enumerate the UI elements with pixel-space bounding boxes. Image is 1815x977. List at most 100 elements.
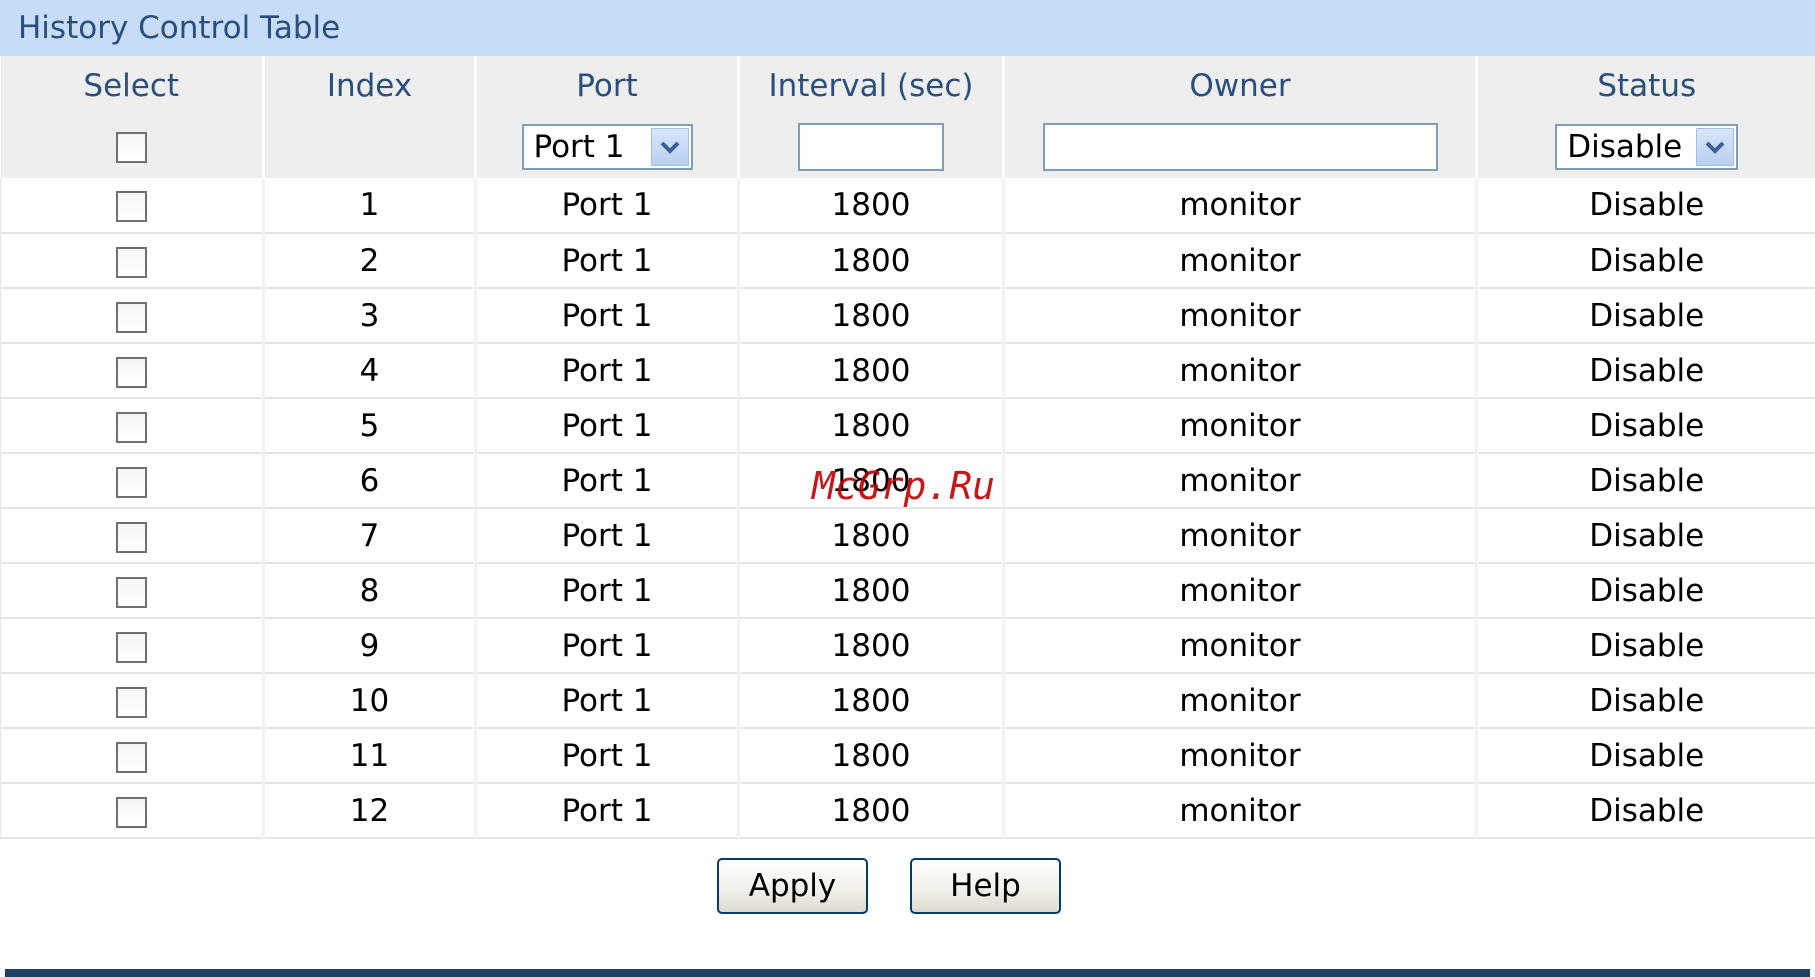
- row-index-cell: 11: [263, 728, 477, 784]
- row-select-checkbox[interactable]: [116, 301, 147, 333]
- panel-title: History Control Table: [0, 0, 1815, 56]
- row-select-checkbox[interactable]: [116, 246, 147, 278]
- row-port-cell: Port 1: [475, 343, 740, 399]
- row-interval-cell: 1800: [738, 233, 1005, 289]
- row-select-cell: [0, 233, 265, 289]
- row-select-cell: [0, 178, 265, 234]
- row-select-cell: [0, 783, 265, 839]
- button-bar: Apply Help: [0, 858, 1815, 914]
- row-select-checkbox[interactable]: [116, 576, 147, 608]
- row-interval-cell: 1800: [738, 398, 1005, 454]
- row-interval-cell: 1800: [738, 343, 1005, 399]
- row-port-cell: Port 1: [475, 618, 740, 674]
- row-interval-cell: 1800: [738, 178, 1005, 234]
- column-header-port: Port: [475, 56, 740, 116]
- row-select-checkbox[interactable]: [116, 521, 147, 553]
- row-interval-cell: 1800: [738, 673, 1005, 729]
- row-port-cell: Port 1: [475, 783, 740, 839]
- row-select-checkbox[interactable]: [116, 741, 147, 773]
- column-header-interval: Interval (sec): [738, 56, 1005, 116]
- status-select[interactable]: Disable: [1555, 124, 1739, 170]
- row-owner-cell: monitor: [1003, 343, 1478, 399]
- edit-port-cell: Port 1: [475, 116, 740, 178]
- row-owner-cell: monitor: [1003, 783, 1478, 839]
- port-select-value: Port 1: [533, 129, 625, 165]
- row-status-cell: Disable: [1476, 728, 1815, 784]
- row-owner-cell: monitor: [1003, 728, 1478, 784]
- row-status-cell: Disable: [1476, 343, 1815, 399]
- table-row: 11 Port 1 1800 monitor Disable: [0, 728, 1815, 784]
- row-interval-cell: 1800: [738, 508, 1005, 564]
- row-port-cell: Port 1: [475, 508, 740, 564]
- row-select-cell: [0, 673, 265, 729]
- history-control-table: Select Index Port Interval (sec) Owner S…: [0, 56, 1815, 839]
- apply-button[interactable]: Apply: [717, 858, 868, 914]
- column-header-status: Status: [1476, 56, 1815, 116]
- row-status-cell: Disable: [1476, 288, 1815, 344]
- panel-title-text: History Control Table: [18, 10, 341, 46]
- row-index-cell: 3: [263, 288, 477, 344]
- edit-select-cell: [0, 116, 265, 178]
- row-port-cell: Port 1: [475, 288, 740, 344]
- row-select-checkbox[interactable]: [116, 631, 147, 663]
- bottom-divider: [5, 969, 1810, 977]
- edit-index-cell: [263, 116, 477, 178]
- column-header-index: Index: [263, 56, 477, 116]
- row-index-cell: 6: [263, 453, 477, 509]
- row-index-cell: 2: [263, 233, 477, 289]
- row-owner-cell: monitor: [1003, 563, 1478, 619]
- row-status-cell: Disable: [1476, 178, 1815, 234]
- table-row: 8 Port 1 1800 monitor Disable: [0, 563, 1815, 619]
- row-select-checkbox[interactable]: [116, 466, 147, 498]
- row-select-checkbox[interactable]: [116, 356, 147, 388]
- row-index-cell: 8: [263, 563, 477, 619]
- row-owner-cell: monitor: [1003, 618, 1478, 674]
- row-port-cell: Port 1: [475, 728, 740, 784]
- chevron-down-icon[interactable]: [650, 128, 689, 166]
- row-select-checkbox[interactable]: [116, 796, 147, 828]
- edit-row: Port 1 Disable: [0, 116, 1815, 178]
- row-index-cell: 1: [263, 178, 477, 234]
- row-interval-cell: 1800: [738, 563, 1005, 619]
- row-interval-cell: 1800: [738, 728, 1005, 784]
- edit-owner-cell: [1003, 116, 1478, 178]
- interval-input[interactable]: [798, 123, 944, 171]
- row-select-checkbox[interactable]: [116, 411, 147, 443]
- select-all-checkbox[interactable]: [115, 131, 147, 163]
- row-select-checkbox[interactable]: [116, 686, 147, 718]
- row-index-cell: 5: [263, 398, 477, 454]
- help-button[interactable]: Help: [910, 858, 1061, 914]
- row-owner-cell: monitor: [1003, 508, 1478, 564]
- row-port-cell: Port 1: [475, 398, 740, 454]
- row-select-cell: [0, 343, 265, 399]
- row-owner-cell: monitor: [1003, 398, 1478, 454]
- table-row: 5 Port 1 1800 monitor Disable: [0, 398, 1815, 454]
- row-index-cell: 4: [263, 343, 477, 399]
- owner-input[interactable]: [1042, 123, 1438, 171]
- row-interval-cell: 1800: [738, 288, 1005, 344]
- row-status-cell: Disable: [1476, 398, 1815, 454]
- row-select-checkbox[interactable]: [116, 191, 147, 222]
- row-interval-cell: 1800: [738, 453, 1005, 509]
- row-status-cell: Disable: [1476, 453, 1815, 509]
- row-status-cell: Disable: [1476, 508, 1815, 564]
- row-interval-cell: 1800: [738, 618, 1005, 674]
- row-index-cell: 7: [263, 508, 477, 564]
- row-select-cell: [0, 508, 265, 564]
- row-select-cell: [0, 398, 265, 454]
- table-row: 6 Port 1 1800 monitor Disable: [0, 453, 1815, 509]
- row-owner-cell: monitor: [1003, 233, 1478, 289]
- row-owner-cell: monitor: [1003, 178, 1478, 234]
- row-owner-cell: monitor: [1003, 673, 1478, 729]
- row-index-cell: 9: [263, 618, 477, 674]
- table-row: 12 Port 1 1800 monitor Disable: [0, 783, 1815, 839]
- row-status-cell: Disable: [1476, 233, 1815, 289]
- chevron-down-icon[interactable]: [1696, 128, 1735, 166]
- row-port-cell: Port 1: [475, 233, 740, 289]
- row-port-cell: Port 1: [475, 178, 740, 234]
- row-index-cell: 12: [263, 783, 477, 839]
- port-select[interactable]: Port 1: [521, 124, 693, 170]
- row-index-cell: 10: [263, 673, 477, 729]
- row-owner-cell: monitor: [1003, 453, 1478, 509]
- table-header-row: Select Index Port Interval (sec) Owner S…: [0, 56, 1815, 116]
